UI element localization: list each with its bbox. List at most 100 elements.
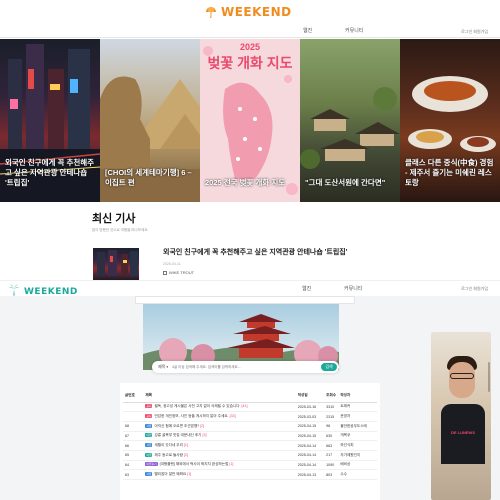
row-author: 트래커 bbox=[338, 402, 377, 413]
row-title[interactable]: 필독, 광고성 게시물은 사전 고지 없이 삭제될 수 있습니다. bbox=[154, 404, 240, 408]
article-headline[interactable]: 외국인 친구에게 꼭 추천해주고 싶은 지역관광 안테나숍 '트립집' bbox=[163, 247, 347, 257]
hero-card-michelin[interactable]: 클래스 다른 중식(中食) 경험 - 제주서 즐기는 미쉐린 레스토랑 bbox=[400, 39, 500, 202]
comment-count: [41] bbox=[241, 404, 248, 409]
table-row[interactable]: 공지 필독, 광고성 게시물은 사전 고지 없이 삭제될 수 있습니다. [41]… bbox=[123, 402, 377, 413]
row-title[interactable]: 아직신 펌에 오르면 조선맘땡? bbox=[154, 424, 199, 428]
row-author: 수수 bbox=[338, 469, 377, 480]
row-number: 66 bbox=[123, 440, 144, 451]
col-title: 제목 bbox=[143, 389, 296, 403]
col-number: 글번호 bbox=[123, 389, 144, 403]
row-views: 2315 bbox=[324, 411, 339, 422]
category-badge: 공지 bbox=[145, 414, 153, 419]
category-badge: 공지 bbox=[145, 404, 153, 409]
row-title[interactable]: 세월이 갔다네 우리 bbox=[154, 443, 182, 447]
category-badge: 자유 bbox=[145, 472, 153, 477]
hero-card-egypt[interactable]: [CHOI의 세계테마기행] 6 – 이집트 편 bbox=[100, 39, 200, 202]
row-number bbox=[123, 411, 144, 422]
ad-person-glasses bbox=[450, 373, 474, 379]
row-views: 217 bbox=[324, 450, 339, 461]
row-date: 2025-04-14 bbox=[295, 450, 325, 461]
brand-logo[interactable]: WEEKEND bbox=[205, 5, 292, 19]
table-row[interactable]: 66 자유 세월이 갔다네 우리 [1] 2025-04-14 663 하선식피 bbox=[123, 440, 377, 451]
row-title[interactable]: 제주 동고로 돌사람 bbox=[154, 453, 182, 457]
row-views: 630 bbox=[324, 431, 339, 442]
comment-count: [1] bbox=[183, 443, 188, 448]
brand-name: WEEKEND bbox=[221, 5, 292, 19]
hero-carousel: 외국인 친구에게 꼭 추천해주고 싶은 지역관광 안테나숍 '트립집' [CHO… bbox=[0, 39, 500, 202]
nav-webzine-2[interactable]: 웹진 bbox=[302, 285, 311, 292]
hero-caption: [CHOI의 세계테마기행] 6 – 이집트 편 bbox=[105, 168, 192, 187]
hero-caption: 2025 전국 벚꽃 개화 지도 bbox=[205, 178, 286, 187]
ad-shirt-logo: DE LUNEWS bbox=[451, 430, 475, 435]
row-title-cell[interactable]: 여행후기 [여행플랜] 해외에서 떡사이 봐지지 완성하는법 [1] bbox=[143, 460, 296, 471]
category-badge: 자유 bbox=[145, 443, 153, 448]
col-date: 작성일 bbox=[295, 389, 325, 403]
comment-count: [3] bbox=[202, 433, 207, 438]
row-date: 2025-03-16 bbox=[295, 402, 325, 413]
table-row[interactable]: 68 자유 아직신 펌에 오르면 조선맘땡? [2] 2025-04-15 98 불안한공… bbox=[123, 421, 377, 432]
row-title[interactable]: 빨리잡아 잘만 돼봐요 bbox=[154, 472, 186, 476]
login-links-2[interactable]: 로그인 회원가입 bbox=[461, 286, 488, 292]
search-button[interactable]: 검색 bbox=[321, 363, 337, 371]
row-title-cell[interactable]: 공지 민감한 개인정보, 사진 등을 게시하지 말아 주세요. [33] bbox=[143, 411, 296, 422]
article-date: 2025-04-11 bbox=[163, 262, 181, 266]
table-header-row: 글번호 제목 작성일 조회수 작성자 bbox=[123, 389, 377, 403]
post-board: 글번호 제목 작성일 조회수 작성자 공지 필독, 광고성 게시물은 사전 고지 … bbox=[120, 383, 380, 500]
table-row[interactable]: 63 자유 빨리잡아 잘만 돼봐요 [1] 2025-04-13 803 수수 bbox=[123, 469, 377, 480]
row-author: 운영자 bbox=[338, 411, 377, 422]
overlay-year: 2025 bbox=[239, 42, 261, 52]
search-input[interactable] bbox=[172, 365, 292, 369]
row-title-cell[interactable]: 자유 아직신 펌에 오르면 조선맘땡? [2] bbox=[143, 421, 296, 432]
row-number: 64 bbox=[123, 460, 144, 471]
row-title-cell[interactable]: 자유 빨리잡아 잘만 돼봐요 [1] bbox=[143, 469, 296, 480]
comment-count: [1] bbox=[229, 462, 234, 467]
row-date: 2025-04-15 bbox=[295, 421, 325, 432]
author-checkbox-icon bbox=[163, 270, 167, 275]
col-views: 조회수 bbox=[324, 389, 339, 403]
row-title[interactable]: [여행플랜] 해외에서 떡사이 봐지지 완성하는법 bbox=[160, 462, 229, 466]
row-views: 98 bbox=[324, 421, 339, 432]
row-views: 3310 bbox=[324, 402, 339, 413]
side-ad-video[interactable]: DE LUNEWS bbox=[431, 332, 491, 500]
row-date: 2025-03-03 bbox=[295, 411, 325, 422]
login-links[interactable]: 로그인 회원가입 bbox=[461, 29, 488, 35]
row-number: 65 bbox=[123, 450, 144, 461]
table-row[interactable]: 64 여행후기 [여행플랜] 해외에서 떡사이 봐지지 완성하는법 [1] 2025-… bbox=[123, 460, 377, 471]
nav-webzine[interactable]: 웹진 bbox=[303, 27, 312, 34]
table-row[interactable]: 공지 민감한 개인정보, 사진 등을 게시하지 말아 주세요. [33] 2025-… bbox=[123, 411, 377, 422]
row-date: 2025-04-13 bbox=[295, 469, 325, 480]
table-row[interactable]: 65 여행 제주 동고로 돌사람 [2] 2025-04-14 217 자가제원인지 bbox=[123, 450, 377, 461]
row-title[interactable]: 민감한 개인정보, 사진 등을 게시하지 말아 주세요. bbox=[154, 414, 228, 418]
search-category-select[interactable]: 제목 bbox=[158, 364, 172, 370]
ad-scrollbar[interactable] bbox=[488, 362, 490, 392]
row-title-cell[interactable]: 여행 강릉 골목부 맛집 대문내신 후기 [3] bbox=[143, 431, 296, 442]
table-body: 공지 필독, 광고성 게시물은 사전 고지 없이 삭제될 수 있습니다. [41]… bbox=[123, 402, 377, 480]
umbrella-icon bbox=[205, 6, 217, 18]
article-author: WIKE TROUT bbox=[163, 270, 194, 275]
comment-count: [33] bbox=[229, 414, 236, 419]
comment-count: [1] bbox=[187, 472, 192, 477]
row-title-cell[interactable]: 공지 필독, 광고성 게시물은 사전 고지 없이 삭제될 수 있습니다. [41] bbox=[143, 402, 296, 413]
nav-community[interactable]: 커뮤니티 bbox=[345, 27, 363, 34]
category-badge: 자유 bbox=[145, 423, 153, 428]
row-number: 67 bbox=[123, 431, 144, 442]
row-number: 63 bbox=[123, 469, 144, 480]
comment-count: [2] bbox=[200, 423, 205, 428]
row-title-cell[interactable]: 자유 세월이 갔다네 우리 [1] bbox=[143, 440, 296, 451]
screenshot-page: WEEKEND 웹진 커뮤니티 로그인 회원가입 외국인 친구에게 꼭 추천해주… bbox=[0, 0, 500, 500]
hero-caption: 클래스 다른 중식(中食) 경험 - 제주서 즐기는 미쉐린 레스토랑 bbox=[405, 158, 494, 187]
hero-card-dosan[interactable]: "그대 도산서원에 간다면" bbox=[300, 39, 400, 202]
hero-card-cherry-blossom[interactable]: 2025 벚꽃 개화 지도 2025 전국 벚꽃 개화 지도 bbox=[200, 39, 300, 202]
table-row[interactable]: 67 여행 강릉 골목부 맛집 대문내신 후기 [3] 2025-04-15 630 개복… bbox=[123, 431, 377, 442]
col-author: 작성자 bbox=[338, 389, 377, 403]
hero-card-tripzip[interactable]: 외국인 친구에게 꼭 추천해주고 싶은 지역관광 안테나숍 '트립집' bbox=[0, 39, 100, 202]
category-badge: 여행 bbox=[145, 433, 153, 438]
author-name: WIKE TROUT bbox=[169, 270, 195, 275]
row-title[interactable]: 강릉 골목부 맛집 대문내신 후기 bbox=[154, 433, 201, 437]
row-author: 자가제원인지 bbox=[338, 450, 377, 461]
nav-community-2[interactable]: 커뮤니티 bbox=[344, 285, 362, 292]
row-number bbox=[123, 402, 144, 413]
row-title-cell[interactable]: 여행 제주 동고로 돌사람 [2] bbox=[143, 450, 296, 461]
article-thumbnail[interactable] bbox=[93, 248, 139, 280]
category-badge: 여행후기 bbox=[145, 462, 158, 467]
